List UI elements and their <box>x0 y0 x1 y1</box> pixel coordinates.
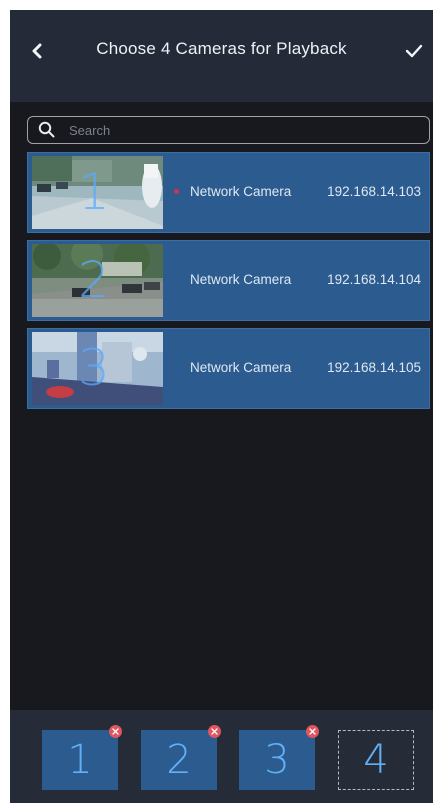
slot-1[interactable]: 1 <box>42 725 122 790</box>
search-input[interactable] <box>69 118 429 142</box>
selection-bar: 1 2 3 4 <box>10 710 433 803</box>
header-bar: Choose 4 Cameras for Playback <box>10 10 433 102</box>
remove-slot-button[interactable] <box>208 725 221 738</box>
search-icon <box>38 121 55 138</box>
close-icon <box>211 728 218 735</box>
confirm-button[interactable] <box>399 36 429 66</box>
close-icon <box>112 728 119 735</box>
camera-thumbnail: 1 <box>32 156 163 229</box>
camera-name: Network Camera <box>190 184 292 199</box>
close-icon <box>309 728 316 735</box>
camera-ip: 192.168.14.103 <box>327 184 421 199</box>
recording-indicator <box>174 189 179 194</box>
app-screen: Choose 4 Cameras for Playback Search 1 N… <box>10 10 433 803</box>
back-button[interactable] <box>24 36 50 66</box>
slot-number: 1 <box>67 737 93 783</box>
thumbnail-number: 3 <box>78 339 110 397</box>
camera-thumbnail: 2 <box>32 244 163 317</box>
slot-3[interactable]: 3 <box>239 725 319 790</box>
camera-name: Network Camera <box>190 272 292 287</box>
slot-number: 3 <box>264 737 290 783</box>
slot-4[interactable]: 4 <box>338 730 414 790</box>
remove-slot-button[interactable] <box>306 725 319 738</box>
thumbnail-number: 2 <box>78 251 110 309</box>
camera-ip: 192.168.14.105 <box>327 360 421 375</box>
page-title: Choose 4 Cameras for Playback <box>96 39 347 58</box>
slot-number: 2 <box>166 737 192 783</box>
remove-slot-button[interactable] <box>109 725 122 738</box>
chevron-left-icon <box>32 43 42 59</box>
slot-2[interactable]: 2 <box>141 725 221 790</box>
search-box[interactable] <box>27 116 430 144</box>
camera-row[interactable]: 3 Network Camera 192.168.14.105 <box>27 328 430 409</box>
camera-thumbnail: 3 <box>32 332 163 405</box>
slot-number: 4 <box>363 737 389 783</box>
camera-name: Network Camera <box>190 360 292 375</box>
camera-row[interactable]: 1 Network Camera 192.168.14.103 <box>27 152 430 233</box>
thumbnail-number: 1 <box>78 163 110 221</box>
check-icon <box>405 44 423 58</box>
camera-row[interactable]: 2 Network Camera 192.168.14.104 <box>27 240 430 321</box>
camera-ip: 192.168.14.104 <box>327 272 421 287</box>
